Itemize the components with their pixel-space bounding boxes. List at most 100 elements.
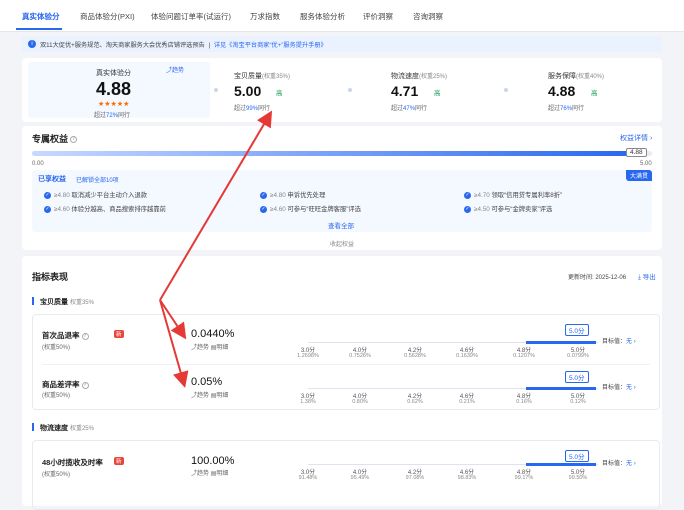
dim-service-level: 高 (591, 90, 598, 97)
threshold-value: 99.17% (514, 475, 534, 481)
beat-prefix: 超过 (391, 106, 404, 112)
threshold-current-segment (526, 463, 596, 466)
detail-link[interactable]: ▤明细 (211, 393, 229, 399)
dim-logistics-value: 4.71 (391, 83, 419, 99)
dim-quality-level: 高 (276, 90, 283, 97)
beat-pct: 72% (106, 113, 119, 119)
beat-prefix: 超过 (234, 106, 247, 112)
trend-link[interactable]: ⤴趋势 (191, 393, 209, 399)
metric-actions: ⤴趋势 ▤明细 (191, 468, 228, 477)
target-text[interactable]: 无 (626, 461, 632, 467)
metric-actions: ⤴趋势 ▤明细 (191, 390, 228, 399)
detail-link[interactable]: ▤明细 (211, 345, 229, 351)
beat-prefix: 超过 (548, 106, 561, 112)
metric-name: 首次品退率? (42, 330, 89, 341)
metric-name-text: 商品差评率 (42, 380, 80, 389)
active-tab-underline (16, 28, 62, 30)
tab-wanqiu-index[interactable]: 万求指数 (250, 11, 280, 22)
trend-label: 趋势 (197, 471, 210, 477)
dim-logistics-label: 物流速度(权重25%) (391, 71, 447, 81)
notice-separator: | (208, 42, 211, 49)
beat-prefix: 超过 (94, 113, 107, 119)
dim-service-label: 服务保障(权重40%) (548, 71, 604, 81)
beat-pct: 76% (560, 106, 573, 112)
collapse-rights-button[interactable]: 收起权益 (330, 239, 354, 248)
target-label: 目标值： (602, 461, 627, 467)
update-date: 2025-12-06 (595, 275, 627, 281)
dim-quality-value: 5.00 (234, 83, 262, 99)
trend-link[interactable]: ⤴趋势 (191, 345, 209, 351)
right-req: ≥4.60 (54, 206, 70, 213)
dim-weight: (权重35%) (262, 74, 291, 80)
tab-real-experience-score[interactable]: 真实体验分 (22, 11, 60, 22)
right-text: 取消减少平台主动介入退款 (71, 192, 148, 199)
threshold-value: 0.0799% (567, 353, 589, 359)
dim-name: 宝贝质量 (234, 73, 262, 80)
trend-link[interactable]: ⤴趋势 (191, 471, 209, 477)
main-score-trend-link[interactable]: ⤴趋势 (166, 65, 184, 74)
threshold-value: 0.1639% (456, 353, 478, 359)
notice-link[interactable]: 详见《淘宝平台商家“优+”服务提升手册》 (214, 42, 327, 49)
right-text: 申诉优先处理 (287, 192, 326, 199)
threshold-value: 0.21% (459, 399, 475, 405)
notice-message: 双11大促优+服务规范、淘天商家服务大会优秀店铺评选预告 (40, 42, 205, 49)
check-icon: ✓ (464, 191, 471, 199)
beat-suffix: 同行 (118, 113, 131, 119)
export-button[interactable]: ⤓ 导出 (638, 271, 656, 282)
indicators-card: 指标表现 更新时间: 2025-12-06 ⤓ 导出 宝贝质量 权重35% 首次… (22, 256, 662, 510)
rights-card: 专属权益? 权益详情 › 4.88 0.00 5.00 已享权益 已解锁全部10… (22, 126, 662, 250)
enjoyed-rights-panel: 已享权益 已解锁全部10项 大满贯 ✓ ≥4.80 取消减少平台主动介入退款 ✓ ≥… (32, 170, 652, 232)
group-name: 物流速度 (40, 425, 68, 432)
right-item: ✓ ≥4.60 可参与“旺旺金牌客服”评选 (260, 204, 361, 213)
check-icon: ✓ (44, 191, 51, 199)
tab-service-analysis[interactable]: 服务体验分析 (300, 11, 345, 22)
group-marker (32, 297, 34, 305)
tab-consult-insight[interactable]: 咨询洞察 (413, 11, 443, 22)
check-icon: ✓ (260, 205, 267, 213)
right-item: ✓ ≥4.70 领取“信用贷专属利率8折” (464, 190, 562, 199)
target-label: 目标值： (602, 385, 627, 391)
group-marker (32, 423, 34, 431)
check-icon: ✓ (260, 191, 267, 199)
target-value: 目标值：无 › (602, 336, 636, 345)
detail-label: 明细 (216, 393, 229, 399)
metric-name-text: 48小时揽收及时率 (42, 458, 103, 467)
help-icon[interactable]: ? (70, 136, 78, 144)
dim-name: 服务保障 (548, 73, 576, 80)
right-req: ≥4.80 (270, 192, 286, 199)
threshold-value: 0.16% (516, 399, 532, 405)
metric-value: 0.05% (191, 376, 223, 388)
target-text[interactable]: 无 (626, 385, 632, 391)
tab-issue-order-rate[interactable]: 体验问题订单率(试运行) (151, 11, 231, 22)
rights-detail-link[interactable]: 权益详情 › (620, 133, 652, 143)
help-icon[interactable]: ? (81, 381, 89, 389)
threshold-current-segment (526, 341, 596, 344)
trend-label: 趋势 (197, 393, 210, 399)
top-tabs: 真实体验分 商品体验分(PXI) 体验问题订单率(试运行) 万求指数 服务体验分… (0, 0, 684, 32)
check-icon: ✓ (44, 205, 51, 213)
view-all-rights-link[interactable]: 查看全部 (328, 220, 354, 230)
trend-label: 趋势 (197, 345, 210, 351)
notice-banner: i 双11大促优+服务规范、淘天商家服务大会优秀店铺评选预告 | 详见《淘宝平台… (22, 36, 662, 52)
tab-review-insight[interactable]: 评价洞察 (363, 11, 393, 22)
dim-service-beat: 超过76%同行 (548, 103, 584, 112)
target-label: 目标值： (602, 339, 627, 345)
chevron-right-icon[interactable]: › (634, 385, 636, 391)
detail-link[interactable]: ▤明细 (211, 471, 229, 477)
dim-quality-beat: 超过99%同行 (234, 103, 270, 112)
tab-pxi[interactable]: 商品体验分(PXI) (80, 11, 135, 22)
grand-slam-badge: 大满贯 (625, 170, 652, 181)
help-icon[interactable]: ? (81, 332, 89, 340)
beat-suffix: 同行 (572, 106, 585, 112)
right-req: ≥4.80 (54, 192, 70, 199)
rights-bar-max: 5.00 (640, 161, 652, 167)
indicators-title: 指标表现 (32, 272, 69, 282)
target-text[interactable]: 无 (626, 339, 632, 345)
main-score-beat: 超过72%同行 (94, 110, 130, 119)
main-score-title: 真实体验分 (96, 70, 131, 77)
threshold-value: 0.1207% (513, 353, 535, 359)
divider-dot (504, 88, 508, 92)
metric-value: 100.00% (191, 455, 235, 467)
chevron-right-icon[interactable]: › (634, 461, 636, 467)
chevron-right-icon[interactable]: › (634, 339, 636, 345)
